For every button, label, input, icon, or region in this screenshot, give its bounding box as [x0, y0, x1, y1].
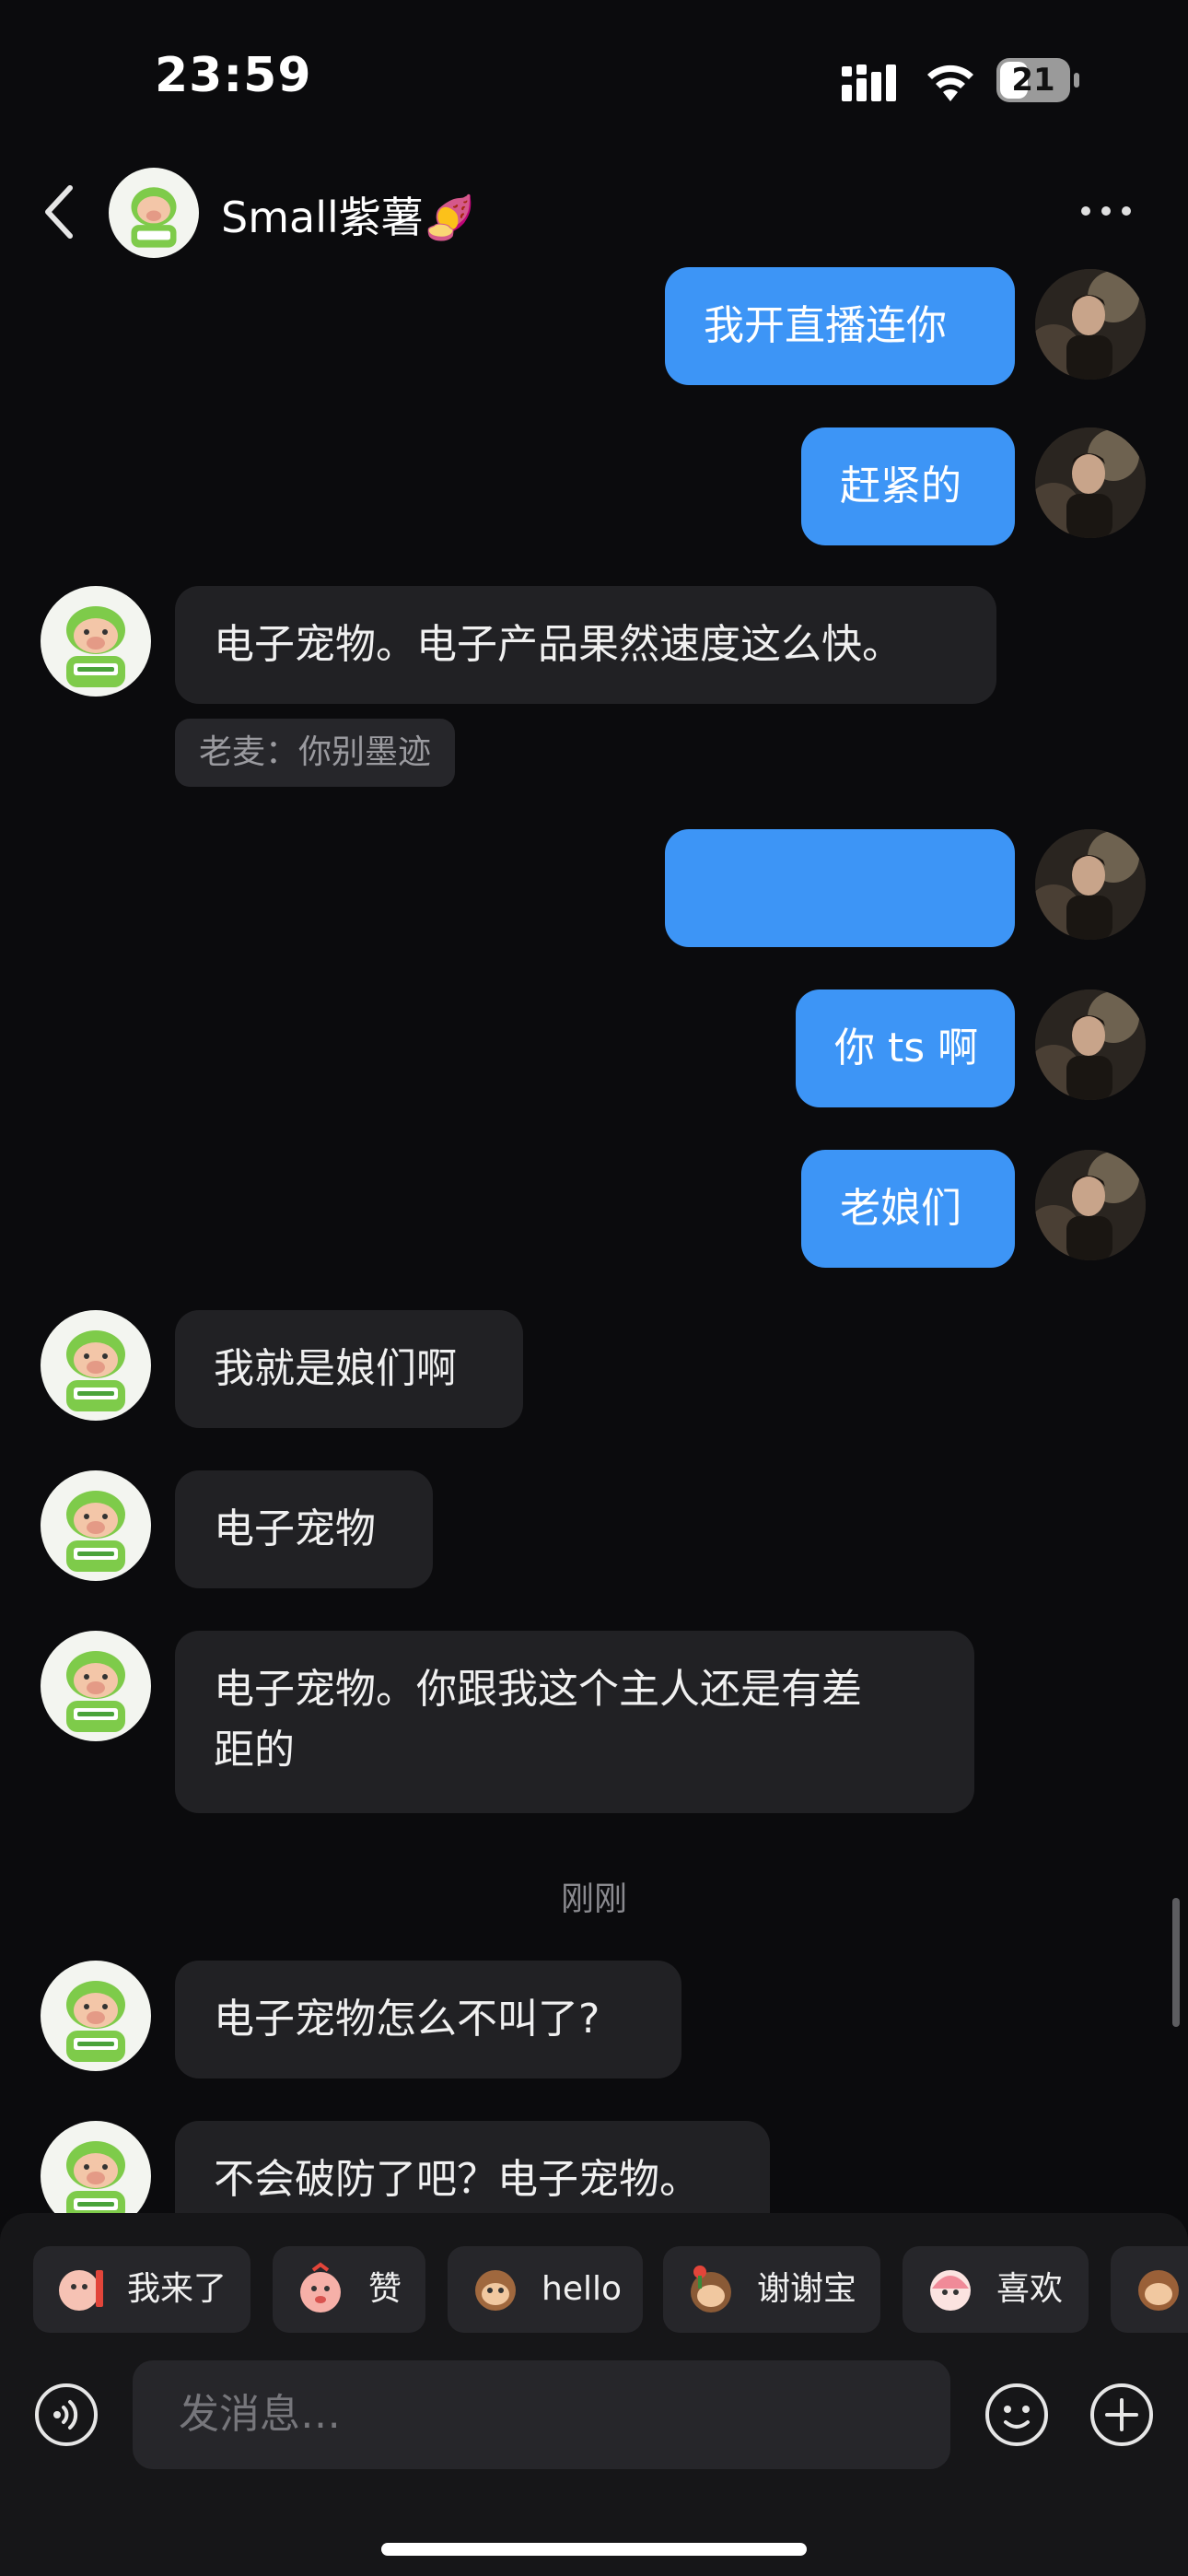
message-timestamp: 刚刚 — [560, 1880, 627, 1918]
my-avatar[interactable] — [1035, 427, 1146, 538]
sticker-icon — [300, 2262, 341, 2313]
message-bubble-in[interactable]: 电子宠物。你跟我这个主人还是有差 距的 — [175, 1631, 974, 1813]
quick-reply-chip[interactable]: 我来了 — [33, 2246, 250, 2333]
message-input[interactable] — [133, 2360, 950, 2469]
add-icon[interactable] — [1089, 2382, 1155, 2448]
quick-reply-label: 谢谢宝 — [757, 2270, 857, 2308]
quick-reply-label: 喜欢 — [996, 2270, 1064, 2308]
my-avatar[interactable] — [1035, 269, 1146, 380]
quick-reply-chip[interactable]: 赞 — [273, 2246, 425, 2333]
battery-level: 21 — [1011, 62, 1055, 99]
message-bubble-out[interactable]: 赶紧的 — [801, 427, 1015, 545]
home-indicator[interactable] — [381, 2543, 807, 2556]
contact-avatar[interactable] — [109, 168, 199, 258]
my-avatar[interactable] — [1035, 989, 1146, 1100]
sticker-icon — [475, 2270, 516, 2311]
chevron-left-icon[interactable] — [33, 179, 85, 245]
contact-avatar[interactable] — [41, 1631, 151, 1741]
message-bubble-out[interactable]: 我开直播连你 — [665, 267, 1015, 385]
sticker-icon — [1138, 2270, 1179, 2311]
voice-input-icon[interactable] — [33, 2382, 99, 2448]
chat-header: Small紫薯🍠 — [0, 157, 1188, 267]
message-bubble-out[interactable] — [665, 829, 1015, 947]
quick-reply-label: hello — [542, 2270, 622, 2308]
quick-reply-chip[interactable]: hello — [448, 2246, 643, 2333]
quick-reply-chip-partial[interactable] — [1111, 2246, 1188, 2333]
message-line: 距的 — [214, 1727, 295, 1774]
my-avatar[interactable] — [1035, 829, 1146, 940]
contact-avatar[interactable] — [41, 586, 151, 697]
my-avatar[interactable] — [1035, 1150, 1146, 1260]
status-bar: 23:59 21 — [0, 0, 1188, 157]
quick-reply-label: 赞 — [368, 2270, 402, 2308]
quick-reply-chip[interactable]: 喜欢 — [903, 2246, 1089, 2333]
quick-reply-chip[interactable]: 谢谢宝 — [663, 2246, 880, 2333]
contact-avatar[interactable] — [41, 1310, 151, 1421]
message-bubble-out[interactable]: 老娘们 — [801, 1150, 1015, 1268]
scroll-indicator[interactable] — [1172, 1898, 1180, 2027]
message-bubble-in[interactable]: 我就是娘们啊 — [175, 1310, 523, 1428]
contact-avatar[interactable] — [41, 1470, 151, 1581]
quoted-reply[interactable]: 老麦：你别墨迹 — [175, 719, 456, 787]
sticker-icon — [691, 2266, 731, 2313]
wifi-icon — [927, 64, 973, 101]
sticker-icon — [59, 2270, 103, 2311]
contact-name[interactable]: Small紫薯🍠 — [221, 184, 476, 245]
message-bubble-out[interactable]: 你 ts 啊 — [796, 989, 1015, 1107]
quick-reply-label: 我来了 — [127, 2270, 227, 2308]
status-time: 23:59 — [155, 48, 312, 103]
more-dots-icon[interactable] — [1079, 197, 1135, 225]
sticker-icon — [930, 2270, 971, 2311]
cellular-signal-icon — [842, 64, 896, 101]
message-bubble-in[interactable]: 电子宠物。电子产品果然速度这么快。 — [175, 586, 996, 704]
emoji-icon[interactable] — [984, 2382, 1050, 2448]
contact-avatar[interactable] — [41, 1961, 151, 2071]
message-bubble-in[interactable]: 电子宠物 — [175, 1470, 433, 1588]
message-bubble-in[interactable]: 电子宠物怎么不叫了? — [175, 1961, 681, 2078]
message-line: 电子宠物。你跟我这个主人还是有差 — [214, 1666, 862, 1713]
battery-icon: 21 — [996, 58, 1081, 102]
